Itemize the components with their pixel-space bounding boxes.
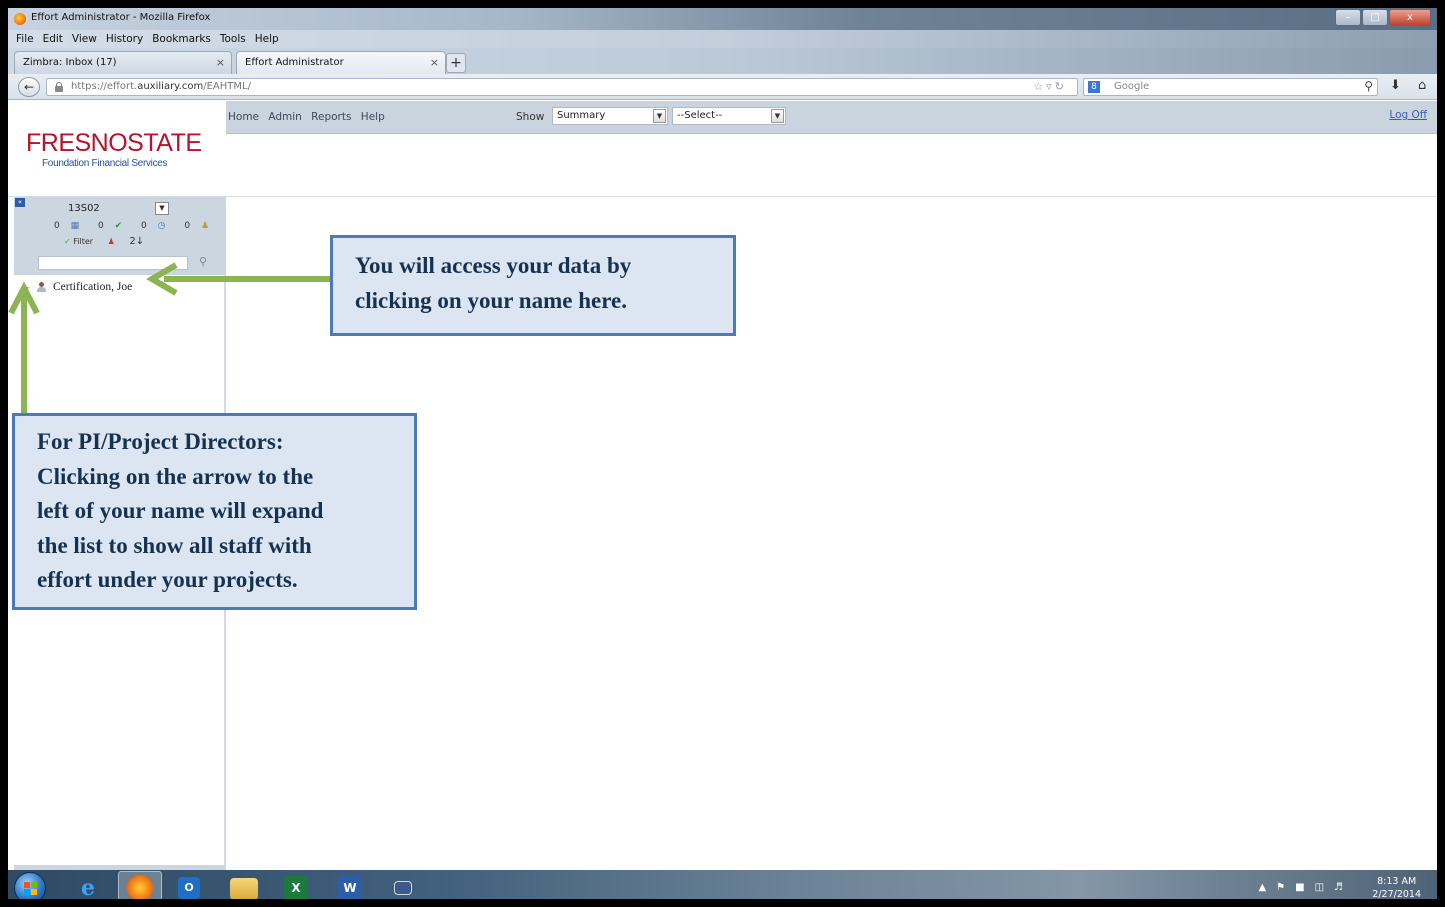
word-icon[interactable]: W <box>338 876 362 899</box>
clock-date: 2/27/2014 <box>1372 889 1421 900</box>
callout-line: You will access your data by <box>355 253 632 278</box>
callout-pi-directors: For PI/Project Directors: Clicking on th… <box>12 413 417 610</box>
windows-taskbar: e O X W ▲⚑■◫♬ 8:13 AM 2/27/2014 <box>8 870 1437 900</box>
callout-line: left of your name will expand <box>37 498 324 523</box>
firefox-taskbar-icon[interactable] <box>126 874 154 899</box>
callout-line: the list to show all staff with <box>37 532 312 558</box>
taskbar-clock[interactable]: 8:13 AM 2/27/2014 <box>1372 875 1421 900</box>
arrow-to-name <box>146 262 334 296</box>
desktop-icon[interactable] <box>394 881 412 895</box>
callout-line: For PI/Project Directors: <box>37 429 284 454</box>
clock-time: 8:13 AM <box>1377 876 1417 887</box>
system-tray[interactable]: ▲⚑■◫♬ <box>1258 882 1353 893</box>
callout-line: effort under your projects. <box>37 567 298 592</box>
screen-frame: Effort Administrator - Mozilla Firefox –… <box>0 0 1445 907</box>
arrow-to-expander <box>8 281 40 413</box>
callout-line: Clicking on the arrow to the <box>37 463 314 489</box>
windows-logo-icon <box>24 882 38 896</box>
start-button[interactable] <box>14 872 46 899</box>
file-explorer-icon[interactable] <box>230 878 258 899</box>
callout-access-data: You will access your data by clicking on… <box>330 235 736 336</box>
internet-explorer-icon[interactable]: e <box>74 874 102 899</box>
excel-icon[interactable]: X <box>284 876 308 899</box>
callout-line: clicking on your name here. <box>355 288 627 313</box>
outlook-icon[interactable]: O <box>178 877 200 899</box>
